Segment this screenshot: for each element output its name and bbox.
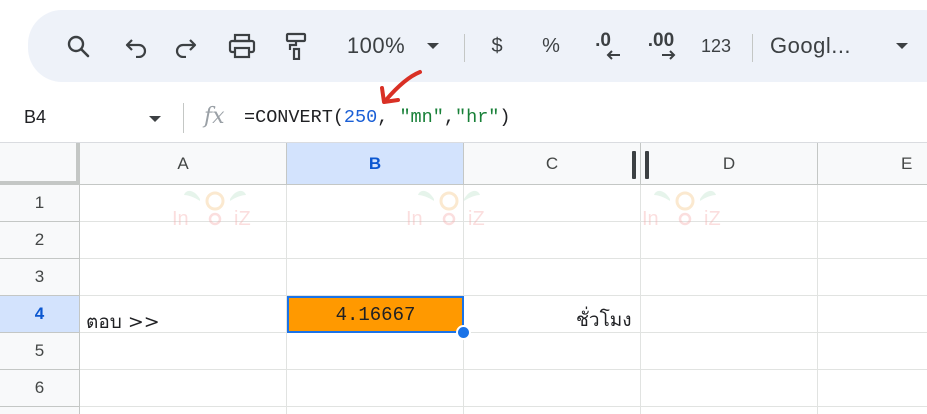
watermark-logo: In iZ <box>170 187 260 236</box>
paint-format-icon[interactable] <box>278 26 314 66</box>
toolbar-divider <box>752 34 753 62</box>
svg-text:In: In <box>172 208 189 230</box>
select-all-corner[interactable] <box>0 143 80 185</box>
gridline <box>80 406 927 407</box>
row-header-5[interactable]: 5 <box>0 333 80 370</box>
number-format-icon: 123 <box>700 35 732 56</box>
row-header-4[interactable]: 4 <box>0 296 80 333</box>
currency-button[interactable]: $ <box>482 26 512 66</box>
row-header-7[interactable] <box>0 407 80 414</box>
fx-icon: fx <box>204 104 225 129</box>
row-header-1[interactable]: 1 <box>0 185 80 222</box>
column-header-b[interactable]: B <box>287 143 464 185</box>
spreadsheet-window: 100% $ % .0 .00 123 Googl... B4 fx =CONV… <box>0 0 927 414</box>
decrease-decimal-button[interactable]: .0 <box>586 26 626 66</box>
row-header-6[interactable]: 6 <box>0 370 80 407</box>
increase-decimal-icon: .00 <box>647 30 675 51</box>
watermark-logo: In iZ <box>404 187 494 236</box>
font-name: Googl... <box>770 33 852 58</box>
fill-handle[interactable] <box>456 325 471 340</box>
percent-icon: % <box>542 34 560 57</box>
chevron-down-icon[interactable] <box>148 115 162 124</box>
column-header-e[interactable]: E <box>818 143 927 185</box>
column-resize-handle[interactable] <box>645 151 649 179</box>
formula-separator: , <box>443 107 455 128</box>
formula-bar: B4 fx =CONVERT(250, "mn","hr") <box>0 95 927 143</box>
increase-decimal-button[interactable]: .00 <box>638 26 684 66</box>
chevron-down-icon[interactable] <box>890 26 914 66</box>
cell-b4-value: 4.16667 <box>335 303 416 326</box>
formula-suffix: ) <box>499 107 511 128</box>
svg-text:In: In <box>406 208 423 230</box>
currency-icon: $ <box>491 34 503 57</box>
formula-number: 250 <box>343 107 378 128</box>
cell-a4[interactable]: ตอบ >> <box>86 307 160 337</box>
column-resize-handle[interactable] <box>632 151 636 179</box>
column-header-d[interactable]: D <box>641 143 818 185</box>
annotation-arrow-icon <box>380 70 422 104</box>
formula-prefix: =CONVERT( <box>244 107 344 128</box>
svg-text:iZ: iZ <box>468 208 485 230</box>
column-header-c[interactable]: C <box>464 143 641 185</box>
search-icon[interactable] <box>60 26 96 66</box>
print-icon[interactable] <box>224 26 260 66</box>
zoom-value: 100% <box>346 33 406 58</box>
svg-text:iZ: iZ <box>234 208 251 230</box>
watermark-logo: In iZ <box>640 187 730 236</box>
toolbar: 100% $ % .0 .00 123 Googl... <box>28 10 927 82</box>
formula-separator: , <box>377 107 400 128</box>
column-header-a[interactable]: A <box>80 143 287 185</box>
gridline <box>80 258 927 259</box>
font-select[interactable]: Googl... <box>770 26 878 66</box>
chevron-down-icon[interactable] <box>421 26 445 66</box>
toolbar-divider <box>464 34 465 62</box>
gridline <box>80 369 927 370</box>
sheet-grid: A B C D E 1 2 3 4 5 6 In iZ In iZ In iZ <box>0 143 927 414</box>
row-header-3[interactable]: 3 <box>0 259 80 296</box>
formula-input[interactable]: =CONVERT(250, "mn","hr") <box>244 107 511 128</box>
gridline <box>80 295 927 296</box>
formula-string: "mn" <box>399 107 444 128</box>
svg-text:iZ: iZ <box>704 208 721 230</box>
zoom-select[interactable]: 100% <box>336 26 416 66</box>
row-header-2[interactable]: 2 <box>0 222 80 259</box>
redo-icon[interactable] <box>168 26 204 66</box>
decrease-decimal-icon: .0 <box>595 30 611 51</box>
gridline <box>817 185 818 414</box>
formula-bar-divider <box>183 103 184 133</box>
cell-b4-selected[interactable]: 4.16667 <box>287 296 464 333</box>
undo-icon[interactable] <box>118 26 154 66</box>
name-box[interactable]: B4 <box>24 107 46 128</box>
cell-c4[interactable]: ชั่วโมง <box>576 305 632 335</box>
gridline <box>80 332 927 333</box>
svg-text:In: In <box>642 208 659 230</box>
more-formats-button[interactable]: 123 <box>696 26 736 66</box>
formula-string: "hr" <box>454 107 500 128</box>
percent-button[interactable]: % <box>536 26 566 66</box>
